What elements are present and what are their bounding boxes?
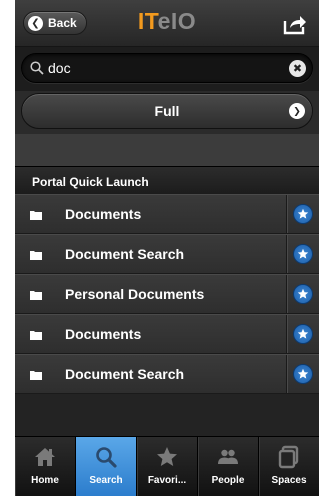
list-item[interactable]: Document Search	[15, 354, 319, 394]
star-icon	[297, 288, 309, 299]
tab-favorites[interactable]: Favori...	[137, 437, 198, 496]
favorite-star-button[interactable]	[293, 284, 313, 304]
list-item-label: Document Search	[65, 246, 185, 262]
star-icon	[157, 447, 177, 466]
spacer	[15, 134, 319, 166]
tab-people[interactable]: People	[198, 437, 259, 496]
share-icon[interactable]	[283, 13, 307, 35]
spaces-icon	[278, 445, 299, 469]
favorite-split	[286, 315, 319, 353]
tab-bar: Home Search Favori... People Spaces	[15, 436, 319, 496]
app-screen: ❮ Back ITeIO ✖ Full ❯ Portal Quick Launc…	[15, 0, 319, 496]
list-item-label: Documents	[65, 206, 142, 222]
tab-label: People	[211, 475, 245, 486]
star-icon	[297, 368, 309, 379]
view-select[interactable]: Full ❯	[21, 93, 313, 129]
view-select-label: Full	[154, 103, 180, 119]
list-item[interactable]: Personal Documents	[15, 274, 319, 314]
folder-icon	[30, 371, 42, 380]
clear-icon[interactable]: ✖	[289, 60, 306, 77]
empty-area	[15, 394, 319, 436]
search-field: ✖	[21, 53, 313, 83]
home-icon	[35, 448, 55, 466]
list-item[interactable]: Documents	[15, 314, 319, 354]
favorite-star-button[interactable]	[293, 364, 313, 384]
list-item[interactable]: Documents	[15, 194, 319, 234]
search-bar: ✖	[15, 47, 319, 91]
favorite-split	[286, 235, 319, 273]
folder-icon	[30, 291, 42, 300]
star-icon	[297, 248, 309, 259]
favorite-split	[286, 275, 319, 313]
list-item-label: Document Search	[65, 366, 185, 382]
list-item-label: Personal Documents	[65, 286, 205, 302]
people-icon	[218, 449, 238, 464]
favorite-star-button[interactable]	[293, 324, 313, 344]
folder-icon	[30, 251, 42, 260]
star-icon	[297, 328, 309, 339]
tab-label: Spaces	[271, 475, 307, 486]
tab-label: Home	[31, 475, 59, 486]
tab-search[interactable]: Search	[76, 437, 137, 496]
list-item[interactable]: Document Search	[15, 234, 319, 274]
tab-label: Favori...	[147, 475, 187, 486]
star-icon	[297, 208, 309, 219]
tab-label: Search	[89, 475, 123, 486]
favorite-split	[286, 195, 319, 233]
folder-icon	[30, 331, 42, 340]
search-icon	[96, 447, 117, 468]
favorite-star-button[interactable]	[293, 204, 313, 224]
app-logo: ITeIO	[137, 8, 197, 34]
search-icon	[30, 61, 44, 75]
header-bar: ❮ Back ITeIO	[15, 0, 319, 47]
folder-icon	[30, 211, 42, 220]
quick-launch-list: Documents Document Search Personal Docum…	[15, 194, 319, 394]
tab-spaces[interactable]: Spaces	[259, 437, 319, 496]
chevron-down-icon: ❯	[289, 103, 305, 119]
list-section-header: Portal Quick Launch	[15, 166, 319, 194]
tab-home[interactable]: Home	[15, 437, 76, 496]
search-input[interactable]	[48, 58, 278, 78]
list-item-label: Documents	[65, 326, 142, 342]
favorite-split	[286, 355, 319, 393]
favorite-star-button[interactable]	[293, 244, 313, 264]
